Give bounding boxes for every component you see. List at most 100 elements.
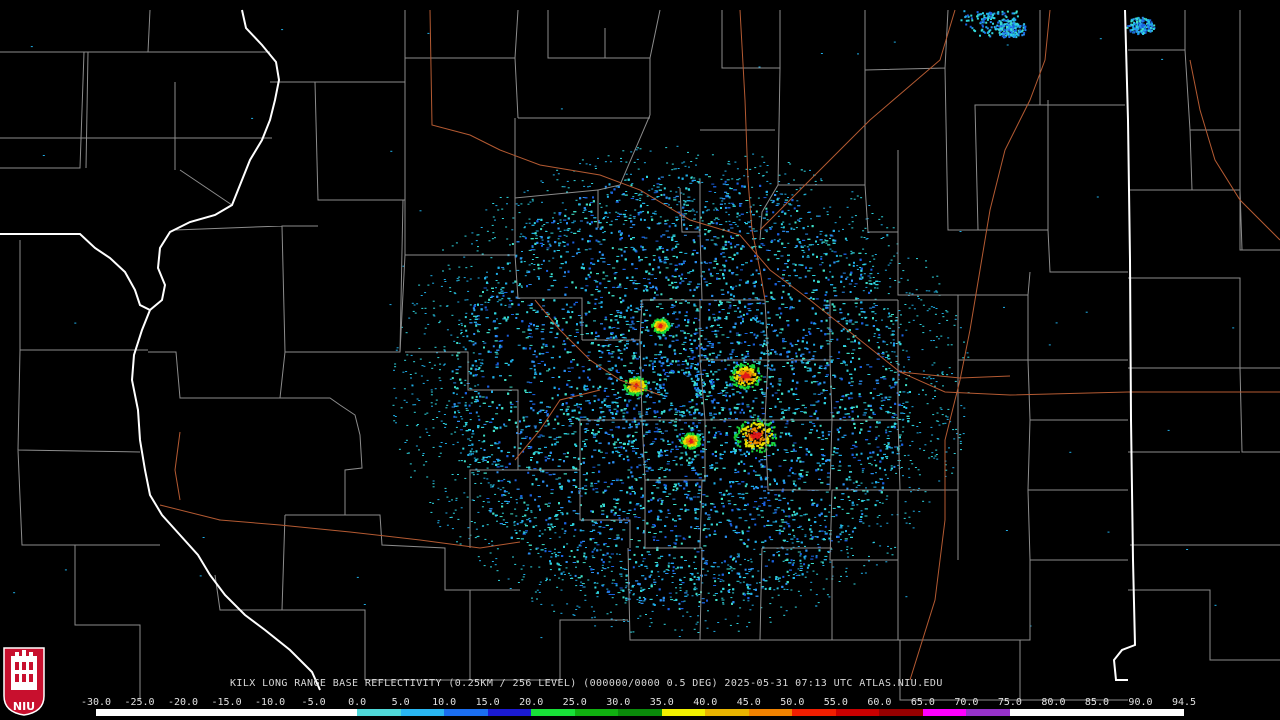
radar-echo [628,371,632,373]
radar-echo [532,474,536,476]
radar-echo [584,443,586,445]
radar-echo [619,297,622,300]
radar-echo [672,498,676,500]
radar-echo [772,211,775,214]
radar-echo [459,429,463,431]
radar-echo [716,209,719,211]
radar-echo [885,448,889,450]
radar-echo [671,236,674,239]
radar-echo [524,509,528,511]
radar-echo [613,408,617,410]
radar-echo [585,556,588,559]
radar-echo [679,584,683,585]
radar-echo [693,241,696,244]
radar-echo [685,453,688,456]
radar-echo [630,246,634,248]
radar-echo [894,446,898,448]
radar-echo [564,348,567,351]
radar-echo [792,529,795,532]
radar-echo [716,237,720,239]
radar-echo [730,246,733,249]
radar-echo [576,406,580,408]
radar-echo [701,598,705,600]
radar-echo [810,381,813,384]
radar-echo [688,457,691,460]
radar-echo [687,494,690,497]
radar-echo [667,512,671,514]
radar-echo [649,360,653,362]
radar-echo [721,235,724,238]
radar-echo [867,275,871,277]
radar-echo [826,476,830,478]
radar-echo [827,278,830,281]
radar-echo [816,236,819,238]
radar-echo [780,223,783,226]
radar-echo [681,433,685,435]
radar-echo [613,506,617,508]
radar-echo [642,278,646,279]
radar-echo [638,413,642,415]
radar-echo [497,479,500,482]
radar-echo [757,505,761,507]
radar-echo [681,363,685,365]
radar-echo [562,317,566,319]
radar-echo [736,508,740,510]
radar-echo [829,234,833,236]
radar-echo [706,474,709,477]
radar-echo [529,368,533,370]
radar-echo [650,509,653,512]
radar-echo [831,275,834,278]
radar-echo [633,508,636,511]
radar-echo [615,584,618,587]
radar-echo [746,355,750,357]
radar-echo [702,436,705,439]
radar-echo [547,523,550,526]
radar-echo [672,566,675,569]
radar-echo [468,444,471,446]
radar-echo [611,413,614,415]
radar-echo [467,438,471,440]
radar-echo [608,344,612,346]
radar-echo [735,356,738,357]
radar-echo [719,269,723,271]
radar-echo [616,379,618,382]
radar-echo [688,565,691,568]
radar-echo [464,325,467,328]
radar-echo [471,312,474,315]
radar-echo [587,376,589,379]
radar-echo [542,259,545,262]
radar-echo [710,370,713,373]
radar-echo [670,448,674,450]
radar-echo [658,477,661,479]
radar-echo [771,394,774,397]
radar-echo [851,323,855,325]
radar-echo [513,446,516,449]
radar-echo [684,560,687,561]
radar-echo [726,336,730,338]
radar-echo [657,178,661,180]
radar-echo [584,492,587,495]
radar-echo [544,412,547,413]
radar-echo [685,311,688,314]
radar-echo [589,271,592,274]
radar-echo [840,362,844,364]
radar-echo [712,313,716,315]
radar-echo [545,519,548,522]
radar-echo [705,326,708,329]
radar-echo [869,426,872,429]
radar-echo [662,439,665,442]
radar-echo [819,264,822,266]
radar-echo [572,485,576,486]
radar-echo [790,499,794,501]
radar-echo [888,431,892,433]
radar-echo [577,315,581,316]
radar-echo [558,355,561,358]
radar-echo [622,458,625,461]
radar-echo [630,488,634,490]
radar-echo [527,471,530,474]
radar-echo [636,373,639,375]
radar-echo [864,408,868,410]
radar-echo [772,453,775,455]
radar-echo [869,273,873,275]
radar-echo [702,529,705,531]
